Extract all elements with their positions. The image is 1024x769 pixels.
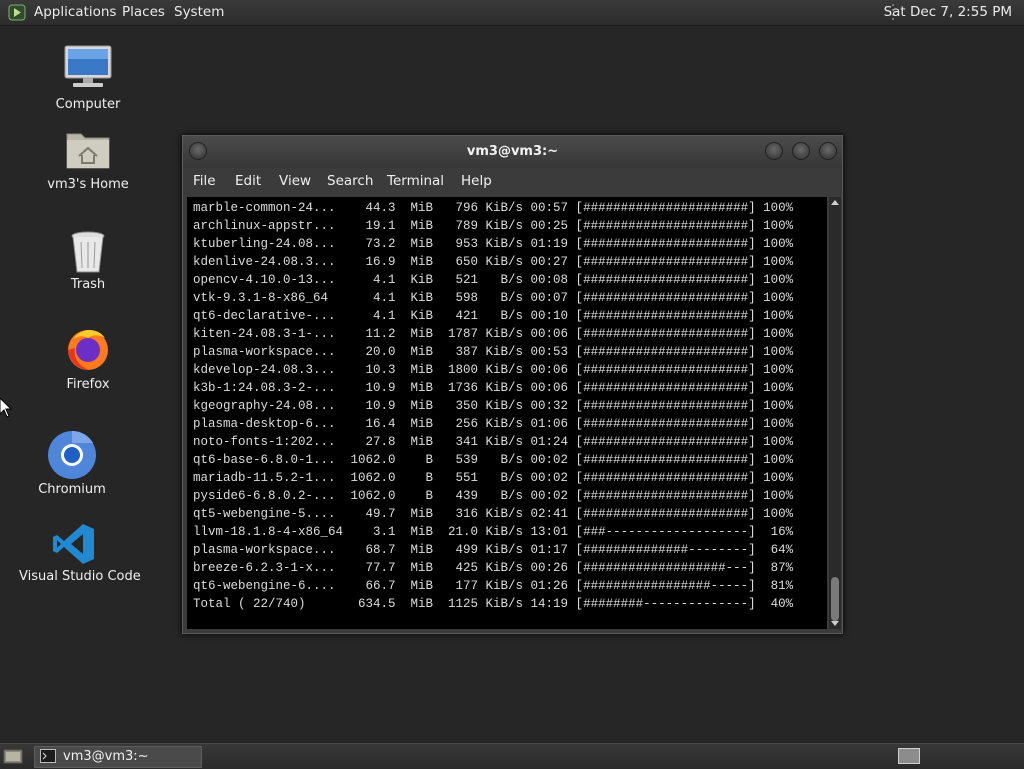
terminal-line: plasma-workspace... 68.7 MiB 499 KiB/s 0… <box>193 543 794 557</box>
bottom-panel: vm3@vm3:~ <box>0 743 1024 769</box>
mouse-pointer-icon <box>0 398 12 418</box>
terminal-output[interactable]: marble-common-24... 44.3 MiB 796 KiB/s 0… <box>187 197 827 629</box>
terminal-line: llvm-18.1.8-4-x86_64 3.1 MiB 21.0 KiB/s … <box>193 525 794 539</box>
terminal-line: kdevelop-24.08.3... 10.3 MiB 1800 KiB/s … <box>193 363 794 377</box>
terminal-line: Total ( 22/740) 634.5 MiB 1125 KiB/s 14:… <box>193 597 794 611</box>
vscode-icon <box>53 524 94 564</box>
terminal-line: qt6-declarative-... 4.1 KiB 421 B/s 00:1… <box>193 309 794 323</box>
terminal-line: archlinux-appstr... 19.1 MiB 789 KiB/s 0… <box>193 219 794 233</box>
desktop-icon-trash[interactable]: Trash <box>33 228 143 300</box>
trash-icon <box>71 231 105 273</box>
firefox-icon <box>68 329 108 370</box>
desktop-icon-label: Trash <box>70 277 106 292</box>
terminal-line: kgeography-24.08... 10.9 MiB 350 KiB/s 0… <box>193 399 794 413</box>
desktop-icon-label: vm3's Home <box>47 177 129 192</box>
terminal-titlebar[interactable]: vm3@vm3:~ <box>183 136 842 168</box>
menu-file[interactable]: File <box>193 173 216 189</box>
terminal-line: qt6-base-6.8.0-1... 1062.0 B 539 B/s 00:… <box>193 453 794 467</box>
taskbar-window-button[interactable]: vm3@vm3:~ <box>34 746 202 768</box>
menu-search[interactable]: Search <box>327 173 373 189</box>
menu-help[interactable]: Help <box>461 173 492 189</box>
terminal-line: vtk-9.3.1-8-x86_64 4.1 KiB 598 B/s 00:07… <box>193 291 794 305</box>
desktop-icon-chromium[interactable]: Chromium <box>17 430 127 502</box>
terminal-line: marble-common-24... 44.3 MiB 796 KiB/s 0… <box>193 201 794 215</box>
menu-system[interactable]: System <box>174 4 224 20</box>
desktop-icon-firefox[interactable]: Firefox <box>33 326 143 398</box>
terminal-line: mariadb-11.5.2-1... 1062.0 B 551 B/s 00:… <box>193 471 794 485</box>
desktop-icon-label: Firefox <box>66 377 110 392</box>
show-desktop-icon[interactable] <box>3 748 23 764</box>
menu-places[interactable]: Places <box>122 4 165 20</box>
terminal-menubar: File Edit View Search Terminal Help <box>183 168 842 196</box>
menu-terminal[interactable]: Terminal <box>387 173 444 189</box>
maximize-icon[interactable] <box>792 142 810 160</box>
window-title: vm3@vm3:~ <box>466 144 559 159</box>
terminal-icon <box>40 749 56 763</box>
menu-applications[interactable]: Applications <box>34 4 116 20</box>
desktop-icon-computer[interactable]: Computer <box>33 44 143 116</box>
terminal-window[interactable]: vm3@vm3:~ File Edit View Search Terminal… <box>182 135 843 634</box>
terminal-line: noto-fonts-1:202... 27.8 MiB 341 KiB/s 0… <box>193 435 794 449</box>
terminal-line: k3b-1:24.08.3-2-... 10.9 MiB 1736 KiB/s … <box>193 381 794 395</box>
scroll-up-icon[interactable] <box>831 200 839 205</box>
menu-view[interactable]: View <box>279 173 311 189</box>
workspace-switcher[interactable] <box>898 748 920 764</box>
desktop-icon-label: Computer <box>55 97 121 112</box>
scrollbar-thumb[interactable] <box>831 577 839 621</box>
terminal-line: opencv-4.10.0-13... 4.1 KiB 521 B/s 00:0… <box>193 273 794 287</box>
taskbar-window-title: vm3@vm3:~ <box>63 749 149 764</box>
terminal-line: pyside6-6.8.0.2-... 1062.0 B 439 B/s 00:… <box>193 489 794 503</box>
desktop-icon-label: Chromium <box>38 482 106 497</box>
terminal-line: kdenlive-24.08.3... 16.9 MiB 650 KiB/s 0… <box>193 255 794 269</box>
chromium-icon <box>48 430 96 479</box>
terminal-line: plasma-desktop-6... 16.4 MiB 256 KiB/s 0… <box>193 417 794 431</box>
minimize-icon[interactable] <box>765 142 783 160</box>
terminal-line: ktuberling-24.08... 73.2 MiB 953 KiB/s 0… <box>193 237 794 251</box>
close-icon[interactable] <box>819 142 837 160</box>
computer-icon <box>64 45 112 87</box>
home-folder-icon <box>66 133 110 169</box>
top-panel: Applications Places System Sat Dec 7, 2:… <box>0 0 1024 26</box>
terminal-text: marble-common-24... 44.3 MiB 796 KiB/s 0… <box>193 199 793 613</box>
terminal-scrollbar[interactable] <box>829 197 841 629</box>
desktop-icon-label: Visual Studio Code <box>19 569 141 584</box>
desktop-icon-vscode[interactable]: Visual Studio Code <box>19 520 141 588</box>
desktop-icon-home[interactable]: vm3's Home <box>33 128 143 200</box>
applications-menu-icon[interactable] <box>8 4 26 21</box>
clock[interactable]: Sat Dec 7, 2:55 PM <box>884 4 1012 20</box>
scroll-down-icon[interactable] <box>831 621 839 626</box>
terminal-line: kiten-24.08.3-1-... 11.2 MiB 1787 KiB/s … <box>193 327 794 341</box>
terminal-line: qt6-webengine-6.... 66.7 MiB 177 KiB/s 0… <box>193 579 794 593</box>
terminal-line: qt5-webengine-5.... 49.7 MiB 316 KiB/s 0… <box>193 507 794 521</box>
terminal-line: breeze-6.2.3-1-x... 77.7 MiB 425 KiB/s 0… <box>193 561 794 575</box>
menu-edit[interactable]: Edit <box>235 173 261 189</box>
terminal-line: plasma-workspace... 20.0 MiB 387 KiB/s 0… <box>193 345 794 359</box>
